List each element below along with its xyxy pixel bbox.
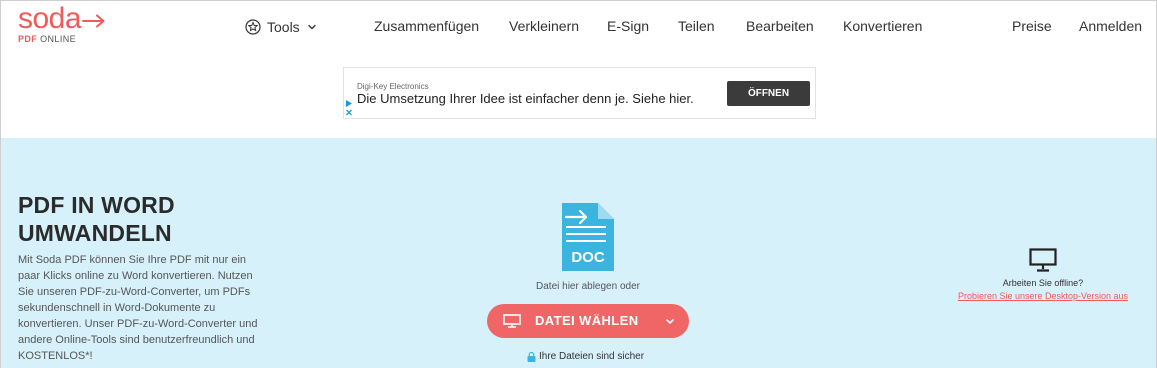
security-note: Ihre Dateien sind sicher	[527, 351, 644, 362]
soda-pdf-logo[interactable]: soda PDF ONLINE	[18, 2, 108, 47]
advertisement-banner[interactable]: Digi-Key Electronics Die Umsetzung Ihrer…	[343, 67, 816, 119]
ad-choices-icon[interactable]	[345, 99, 353, 117]
logo-subtitle: PDF ONLINE	[18, 34, 76, 44]
logo-wordmark: soda	[18, 2, 82, 35]
ad-headline[interactable]: Die Umsetzung Ihrer Idee ist einfacher d…	[357, 91, 694, 106]
nav-teilen[interactable]: Teilen	[678, 18, 715, 34]
desktop-icon	[503, 314, 521, 328]
chevron-down-icon[interactable]	[665, 318, 675, 326]
tools-menu[interactable]: Tools	[245, 17, 318, 37]
lock-icon	[527, 351, 536, 362]
nav-anmelden[interactable]: Anmelden	[1079, 18, 1142, 34]
nav-zusammenfuegen[interactable]: Zusammenfügen	[374, 18, 479, 34]
page-title: PDF IN WORD UMWANDELN	[18, 191, 258, 247]
tools-label: Tools	[267, 19, 300, 35]
star-circle-icon	[245, 19, 261, 35]
security-note-text: Ihre Dateien sind sicher	[539, 351, 645, 362]
logo-arrow-icon	[82, 14, 105, 28]
offline-question: Arbeiten Sie offline?	[1002, 278, 1084, 288]
page-description: Mit Soda PDF können Sie Ihre PDF mit nur…	[18, 254, 258, 362]
site-header: soda PDF ONLINE Tools Zusammenfügen Verk…	[1, 1, 1156, 53]
nav-preise[interactable]: Preise	[1012, 18, 1052, 34]
doc-icon-label: DOC	[571, 249, 605, 266]
choose-file-button[interactable]: DATEI WÄHLEN	[487, 304, 689, 338]
nav-konvertieren[interactable]: Konvertieren	[843, 18, 922, 34]
ad-advertiser: Digi-Key Electronics	[357, 82, 429, 91]
logo-sub-online: ONLINE	[40, 34, 77, 44]
desktop-monitor-icon	[1029, 248, 1057, 272]
nav-verkleinern[interactable]: Verkleinern	[509, 18, 579, 34]
page-title-line2: UMWANDELN	[18, 220, 172, 246]
desktop-version-link[interactable]: Probieren Sie unsere Desktop-Version aus	[943, 291, 1143, 301]
converter-hero: PDF IN WORD UMWANDELN Mit Soda PDF könne…	[1, 138, 1156, 368]
drop-zone-hint: Datei hier ablegen oder	[536, 281, 640, 292]
nav-e-sign[interactable]: E-Sign	[607, 18, 649, 34]
page-title-line1: PDF IN WORD	[18, 192, 175, 218]
nav-bearbeiten[interactable]: Bearbeiten	[746, 18, 814, 34]
logo-sub-pdf: PDF	[18, 34, 38, 44]
chevron-down-icon	[307, 24, 316, 30]
doc-file-icon: DOC	[562, 203, 614, 271]
choose-file-label: DATEI WÄHLEN	[535, 313, 639, 328]
ad-open-button[interactable]: ÖFFNEN	[727, 81, 810, 106]
